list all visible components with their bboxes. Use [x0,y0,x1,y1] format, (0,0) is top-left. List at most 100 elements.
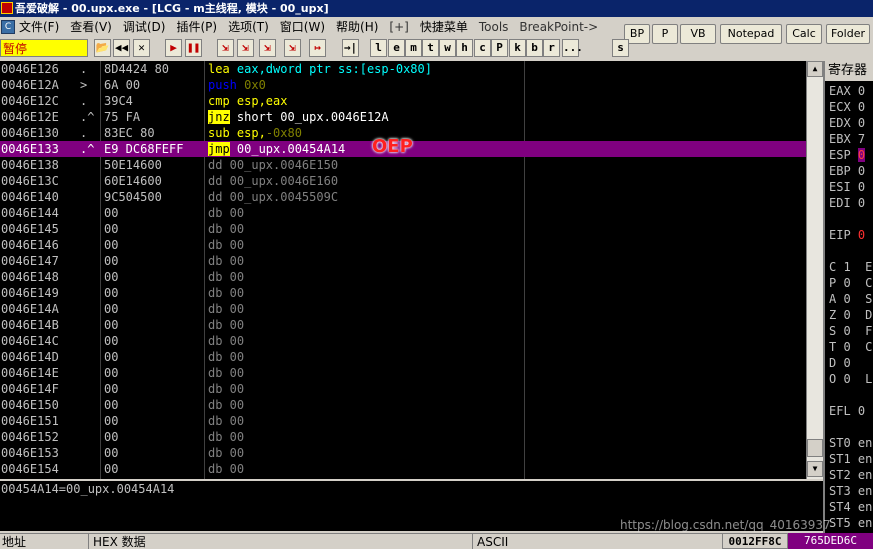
register-line[interactable]: ST5 en [829,515,872,531]
register-line[interactable]: A 0 S [829,291,872,307]
register-line[interactable]: ESP 0 [829,147,866,163]
stack-value[interactable]: 765DED6C [788,533,873,549]
dump-col-ascii[interactable]: ASCII [477,534,508,549]
register-line[interactable]: EBX 7 [829,131,865,147]
instruction-row[interactable]: 0046E154 00 db 00 [0,461,806,477]
menu-item[interactable]: 插件(P) [176,20,217,34]
instruction-row[interactable]: 0046E14F 00 db 00 [0,381,806,397]
register-line[interactable]: T 0 C [829,339,872,355]
register-line[interactable]: EAX 0 [829,83,865,99]
step-over-icon[interactable]: ⇲ [237,39,254,57]
instruction-row[interactable]: 0046E147 00 db 00 [0,253,806,269]
register-line[interactable]: ST2 en [829,467,872,483]
handles-button[interactable]: h [456,39,473,57]
trace-over-icon[interactable]: ⇲ [284,39,301,57]
instruction-row[interactable]: 0046E153 00 db 00 [0,445,806,461]
menu-item[interactable]: 帮助(H) [336,20,378,34]
instruction-row[interactable]: 0046E14D 00 db 00 [0,349,806,365]
source-button[interactable]: s [612,39,629,57]
patches-button[interactable]: P [491,39,508,57]
instruction-row[interactable]: 0046E12E .^ 75 FA jnz short 00_upx.0046E12A [0,109,806,125]
run-trace-button[interactable]: ... [562,39,583,57]
instruction-row[interactable]: 0046E14C 00 db 00 [0,333,806,349]
cpu-button[interactable]: c [474,39,491,57]
register-line[interactable]: S 0 F [829,323,872,339]
instruction-row[interactable]: 0046E144 00 db 00 [0,205,806,221]
registers-pane[interactable]: EAX 0 ECX 0 EDX 0 EBX 7 ESP 0 EBP 0 ESI 0 EDI 0… [823,61,873,533]
register-line[interactable]: EIP 0 [829,227,865,243]
register-line[interactable]: O 0 L [829,371,872,387]
scroll-thumb[interactable] [807,439,823,457]
windows-button[interactable]: w [439,39,456,57]
dump-col-address[interactable]: 地址 [2,534,26,549]
menu-item[interactable]: [+] [389,20,408,34]
register-line[interactable]: ST1 en [829,451,872,467]
menu-item[interactable]: 快捷菜单 [420,20,468,34]
instruction-row[interactable]: 0046E151 00 db 00 [0,413,806,429]
register-line[interactable]: P 0 C [829,275,872,291]
register-line[interactable]: EDX 0 [829,115,865,131]
instruction-row[interactable]: 0046E126. 8D4424 80 lea eax,dword ptr ss:[… [0,61,806,77]
menu-item[interactable]: 调试(D) [123,20,166,34]
instruction-row[interactable]: 0046E146 00 db 00 [0,237,806,253]
menu-item[interactable]: 选项(T) [228,20,269,34]
log-button[interactable]: l [370,39,387,57]
instruction-row[interactable]: 0046E145 00 db 00 [0,221,806,237]
stack-address[interactable]: 0012FF8C [722,533,788,549]
step-into-icon[interactable]: ⇲ [217,39,234,57]
references-button[interactable]: r [543,39,560,57]
disassembly-scrollbar[interactable]: ▲ ▼ [806,61,823,479]
register-text: O 0 L [829,372,873,386]
scroll-up-icon[interactable]: ▲ [807,61,823,77]
register-line[interactable]: ST4 en [829,499,872,515]
breakpoints-button[interactable]: b [526,39,543,57]
instruction-row[interactable]: 0046E152 00 db 00 [0,429,806,445]
instruction-row[interactable]: 0046E12C. 39C4 cmp esp,eax [0,93,806,109]
register-line[interactable]: EDI 0 [829,195,865,211]
register-line[interactable]: ESI 0 [829,179,865,195]
run-icon[interactable]: ▶ [165,39,182,57]
disassembly-pane[interactable]: 0046E126. 8D4424 80 lea eax,dword ptr ss:[… [0,61,806,479]
folder-button[interactable]: Folder [826,24,870,44]
instruction-row[interactable]: 0046E13C 60E14600 dd 00_upx.0046E160 [0,173,806,189]
menu-item[interactable]: 窗口(W) [280,20,325,34]
instruction-row[interactable]: 0046E14A 00 db 00 [0,301,806,317]
close-icon[interactable]: ✕ [133,39,150,57]
trace-into-icon[interactable]: ⇲ [259,39,276,57]
instruction-row[interactable]: 0046E149 00 db 00 [0,285,806,301]
executable-modules-button[interactable]: e [388,39,405,57]
call-stack-button[interactable]: k [509,39,526,57]
cpu-icon[interactable]: C [1,20,15,34]
go-to-icon[interactable]: →| [342,39,359,57]
memory-map-button[interactable]: m [405,39,422,57]
register-line[interactable]: EBP 0 [829,163,865,179]
asm-token: eax,dword ptr ss:[esp-0x80] [229,62,432,76]
instruction-row[interactable]: 0046E12A >6A 00 push 0x0 [0,77,806,93]
execute-till-return-icon[interactable]: ↦ [309,39,326,57]
open-icon[interactable]: 📂 [94,39,111,57]
register-line[interactable]: ECX 0 [829,99,865,115]
instruction-row[interactable]: 0046E148 00 db 00 [0,269,806,285]
instruction-row[interactable]: 0046E14B 00 db 00 [0,317,806,333]
menu-item[interactable]: 文件(F) [19,20,59,34]
menu-item[interactable]: 查看(V) [70,20,112,34]
instruction-row[interactable]: 0046E138 50E14600 dd 00_upx.0046E150 [0,157,806,173]
scroll-down-icon[interactable]: ▼ [807,461,823,477]
instruction-row[interactable]: 0046E150 00 db 00 [0,397,806,413]
dump-col-hex[interactable]: HEX 数据 [93,534,146,549]
register-line[interactable]: EFL 0 [829,403,865,419]
threads-button[interactable]: t [422,39,439,57]
restart-icon[interactable]: ◀◀ [113,39,130,57]
register-line[interactable]: C 1 E [829,259,872,275]
instruction-row[interactable]: 0046E14E 00 db 00 [0,365,806,381]
menu-item[interactable]: Tools [479,20,509,34]
menu-item[interactable]: BreakPoint-> [519,20,598,34]
register-line[interactable]: ST6 en [829,531,872,533]
asm-token: db 00 [208,430,245,444]
instruction-row[interactable]: 0046E140 9C504500 dd 00_upx.0045509C [0,189,806,205]
register-line[interactable]: Z 0 D [829,307,872,323]
register-line[interactable]: D 0 [829,355,851,371]
register-line[interactable]: ST3 en [829,483,872,499]
register-line[interactable]: ST0 en [829,435,872,451]
pause-icon[interactable]: ❚❚ [185,39,202,57]
